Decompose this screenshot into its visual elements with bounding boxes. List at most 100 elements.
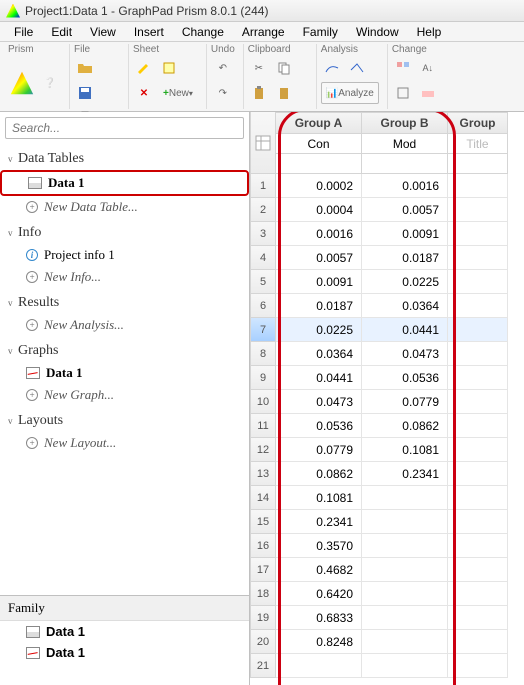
corner-cell[interactable] (250, 112, 276, 174)
section-layouts[interactable]: vLayouts (0, 410, 249, 432)
data-cell[interactable] (362, 558, 448, 582)
data-cell[interactable]: 0.1081 (276, 486, 362, 510)
paste-icon[interactable] (248, 82, 270, 104)
data-cell[interactable] (448, 654, 508, 678)
data-cell[interactable] (448, 582, 508, 606)
menu-edit[interactable]: Edit (43, 23, 80, 41)
column-subheader-c[interactable]: Title (448, 134, 508, 154)
row-header[interactable]: 2 (250, 198, 276, 222)
data-cell[interactable] (448, 558, 508, 582)
data-cell[interactable]: 0.0187 (276, 294, 362, 318)
data-cell[interactable] (448, 246, 508, 270)
data-cell[interactable]: 0.8248 (276, 630, 362, 654)
row-header[interactable]: 6 (250, 294, 276, 318)
data-cell[interactable]: 0.0091 (362, 222, 448, 246)
data-cell[interactable] (448, 438, 508, 462)
change-icon-1[interactable] (392, 57, 414, 79)
clipboard-link-icon[interactable] (273, 82, 295, 104)
data-cell[interactable] (448, 414, 508, 438)
column-header-b[interactable]: Group B (362, 112, 448, 134)
change-icon-4[interactable] (417, 82, 439, 104)
row-header[interactable]: 1 (250, 174, 276, 198)
row-header[interactable]: 18 (250, 582, 276, 606)
column-header-a[interactable]: Group A (276, 112, 362, 134)
data-cell[interactable]: 0.0441 (362, 318, 448, 342)
redo-icon[interactable]: ↷ (212, 82, 234, 104)
data-cell[interactable] (448, 606, 508, 630)
row-header[interactable]: 13 (250, 462, 276, 486)
family-graph-item[interactable]: Data 1 (0, 642, 249, 663)
data-cell[interactable]: 0.0057 (276, 246, 362, 270)
menu-insert[interactable]: Insert (126, 23, 172, 41)
row-header[interactable]: 10 (250, 390, 276, 414)
data-cell[interactable]: 0.3570 (276, 534, 362, 558)
new-graph[interactable]: +New Graph... (0, 384, 249, 406)
data-cell[interactable]: 0.0364 (362, 294, 448, 318)
data-cell[interactable]: 0.0187 (362, 246, 448, 270)
new-sheet-button[interactable]: +New▾ (158, 82, 198, 104)
analyze-button[interactable]: 📊Analyze (321, 82, 379, 104)
data-cell[interactable] (448, 390, 508, 414)
row-header[interactable]: 20 (250, 630, 276, 654)
menu-arrange[interactable]: Arrange (234, 23, 293, 41)
row-header[interactable]: 8 (250, 342, 276, 366)
data-cell[interactable]: 0.0004 (276, 198, 362, 222)
family-table-item[interactable]: Data 1 (0, 621, 249, 642)
data-cell[interactable]: 0.0016 (276, 222, 362, 246)
row-header[interactable]: 16 (250, 534, 276, 558)
data-cell[interactable]: 0.0057 (362, 198, 448, 222)
save-icon[interactable] (74, 82, 96, 104)
data-cell[interactable] (448, 198, 508, 222)
row-header[interactable]: 7 (250, 318, 276, 342)
row-header[interactable]: 11 (250, 414, 276, 438)
data-cell[interactable]: 0.0536 (362, 366, 448, 390)
row-header[interactable]: 19 (250, 606, 276, 630)
data-cell[interactable]: 0.0473 (362, 342, 448, 366)
data-cell[interactable]: 0.0016 (362, 174, 448, 198)
data-cell[interactable] (362, 534, 448, 558)
new-data-table[interactable]: +New Data Table... (0, 196, 249, 218)
data-cell[interactable] (362, 630, 448, 654)
analysis-icon-2[interactable] (346, 57, 368, 79)
data-cell[interactable] (448, 534, 508, 558)
delete-icon[interactable]: ✕ (133, 82, 155, 104)
data-cell[interactable]: 0.0002 (276, 174, 362, 198)
data-cell[interactable] (362, 510, 448, 534)
data-cell[interactable] (362, 486, 448, 510)
undo-icon[interactable]: ↶ (212, 57, 234, 79)
data-cell[interactable]: 0.6420 (276, 582, 362, 606)
new-layout[interactable]: +New Layout... (0, 432, 249, 454)
copy-icon[interactable] (273, 57, 295, 79)
row-header[interactable]: 4 (250, 246, 276, 270)
data-cell[interactable]: 0.0225 (362, 270, 448, 294)
data-cell[interactable] (448, 222, 508, 246)
data-cell[interactable] (276, 654, 362, 678)
row-header[interactable]: 17 (250, 558, 276, 582)
data-cell[interactable]: 0.4682 (276, 558, 362, 582)
data-cell[interactable] (448, 318, 508, 342)
section-data-tables[interactable]: vData Tables (0, 148, 249, 170)
data-cell[interactable] (448, 174, 508, 198)
data-cell[interactable] (448, 486, 508, 510)
column-header-c[interactable]: Group (448, 112, 508, 134)
search-input[interactable] (5, 117, 244, 139)
data-cell[interactable]: 0.6833 (276, 606, 362, 630)
data-cell[interactable] (448, 270, 508, 294)
data-cell[interactable]: 0.1081 (362, 438, 448, 462)
column-subheader-b[interactable]: Mod (362, 134, 448, 154)
data-cell[interactable] (448, 510, 508, 534)
data-cell[interactable] (362, 654, 448, 678)
data-cell[interactable]: 0.0536 (276, 414, 362, 438)
row-header[interactable]: 15 (250, 510, 276, 534)
menu-file[interactable]: File (6, 23, 41, 41)
data-cell[interactable]: 0.0441 (276, 366, 362, 390)
data-cell[interactable] (362, 606, 448, 630)
data-cell[interactable] (448, 366, 508, 390)
menu-window[interactable]: Window (348, 23, 407, 41)
data-cell[interactable]: 0.0862 (362, 414, 448, 438)
data-cell[interactable]: 0.0364 (276, 342, 362, 366)
column-subheader-a[interactable]: Con (276, 134, 362, 154)
data-cell[interactable]: 0.0862 (276, 462, 362, 486)
new-analysis[interactable]: +New Analysis... (0, 314, 249, 336)
row-header[interactable]: 9 (250, 366, 276, 390)
